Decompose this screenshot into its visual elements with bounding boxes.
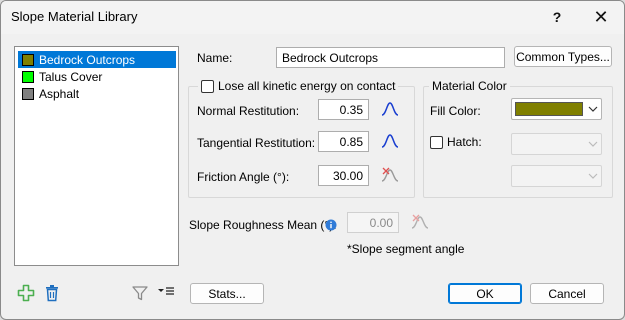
slope-material-library-dialog: Slope Material Library ? ✕ Bedrock Outcr…: [0, 0, 625, 320]
normal-restitution-input[interactable]: 0.35: [318, 99, 369, 120]
material-item-label: Talus Cover: [39, 69, 103, 84]
material-item-bedrock-outcrops[interactable]: Bedrock Outcrops: [18, 51, 176, 68]
name-input[interactable]: Bedrock Outcrops: [276, 47, 505, 68]
name-label: Name:: [197, 51, 233, 65]
common-types-button[interactable]: Common Types...: [514, 46, 612, 67]
material-item-label: Bedrock Outcrops: [39, 52, 136, 67]
material-swatch: [22, 87, 34, 100]
material-swatch: [22, 70, 34, 83]
fill-color-swatch: [515, 102, 583, 116]
slope-segment-note: *Slope segment angle: [347, 242, 465, 256]
slope-roughness-distribution-icon[interactable]: [411, 213, 429, 231]
help-button[interactable]: ?: [537, 4, 577, 30]
slope-roughness-label: Slope Roughness Mean (°):: [189, 218, 337, 232]
add-material-icon[interactable]: [17, 284, 35, 302]
material-color-group-title: Material Color: [429, 79, 510, 93]
lose-energy-option[interactable]: Lose all kinetic energy on contact: [198, 79, 399, 93]
hatch-pattern-dropdown[interactable]: [511, 133, 602, 155]
hatch-checkbox[interactable]: [430, 135, 443, 149]
sort-menu-icon[interactable]: [157, 285, 175, 301]
material-swatch: [22, 53, 34, 66]
info-icon[interactable]: [325, 219, 337, 231]
material-list[interactable]: Bedrock Outcrops Talus Cover Asphalt: [14, 46, 179, 266]
hatch-option[interactable]: Hatch:: [430, 135, 482, 149]
material-item-label: Asphalt: [39, 86, 80, 101]
close-button[interactable]: ✕: [581, 4, 621, 30]
ok-button[interactable]: OK: [448, 283, 522, 304]
friction-angle-input[interactable]: 30.00: [318, 165, 369, 186]
hatch-label: Hatch:: [447, 135, 482, 149]
friction-angle-distribution-icon[interactable]: [381, 166, 399, 184]
lose-energy-label: Lose all kinetic energy on contact: [218, 79, 396, 93]
material-item-asphalt[interactable]: Asphalt: [18, 85, 176, 102]
hatch-color-dropdown[interactable]: [511, 165, 602, 187]
chevron-down-icon: [585, 99, 601, 119]
delete-material-icon[interactable]: [43, 284, 61, 302]
normal-restitution-distribution-icon[interactable]: [381, 100, 399, 118]
chevron-down-icon: [585, 134, 601, 154]
title-bar: Slope Material Library ? ✕: [1, 1, 624, 34]
fill-color-label: Fill Color:: [430, 104, 481, 118]
slope-roughness-input[interactable]: 0.00: [347, 212, 399, 233]
material-item-talus-cover[interactable]: Talus Cover: [18, 68, 176, 85]
tangential-restitution-distribution-icon[interactable]: [381, 132, 399, 150]
cancel-button[interactable]: Cancel: [530, 283, 604, 304]
normal-restitution-label: Normal Restitution:: [197, 104, 300, 118]
stats-button[interactable]: Stats...: [190, 283, 264, 304]
tangential-restitution-label: Tangential Restitution:: [197, 136, 316, 150]
filter-icon[interactable]: [131, 284, 149, 302]
friction-angle-label: Friction Angle (°):: [197, 170, 290, 184]
tangential-restitution-input[interactable]: 0.85: [318, 131, 369, 152]
fill-color-dropdown[interactable]: [511, 98, 602, 120]
window-title: Slope Material Library: [11, 9, 138, 24]
lose-energy-checkbox[interactable]: [201, 79, 214, 93]
chevron-down-icon: [585, 166, 601, 186]
